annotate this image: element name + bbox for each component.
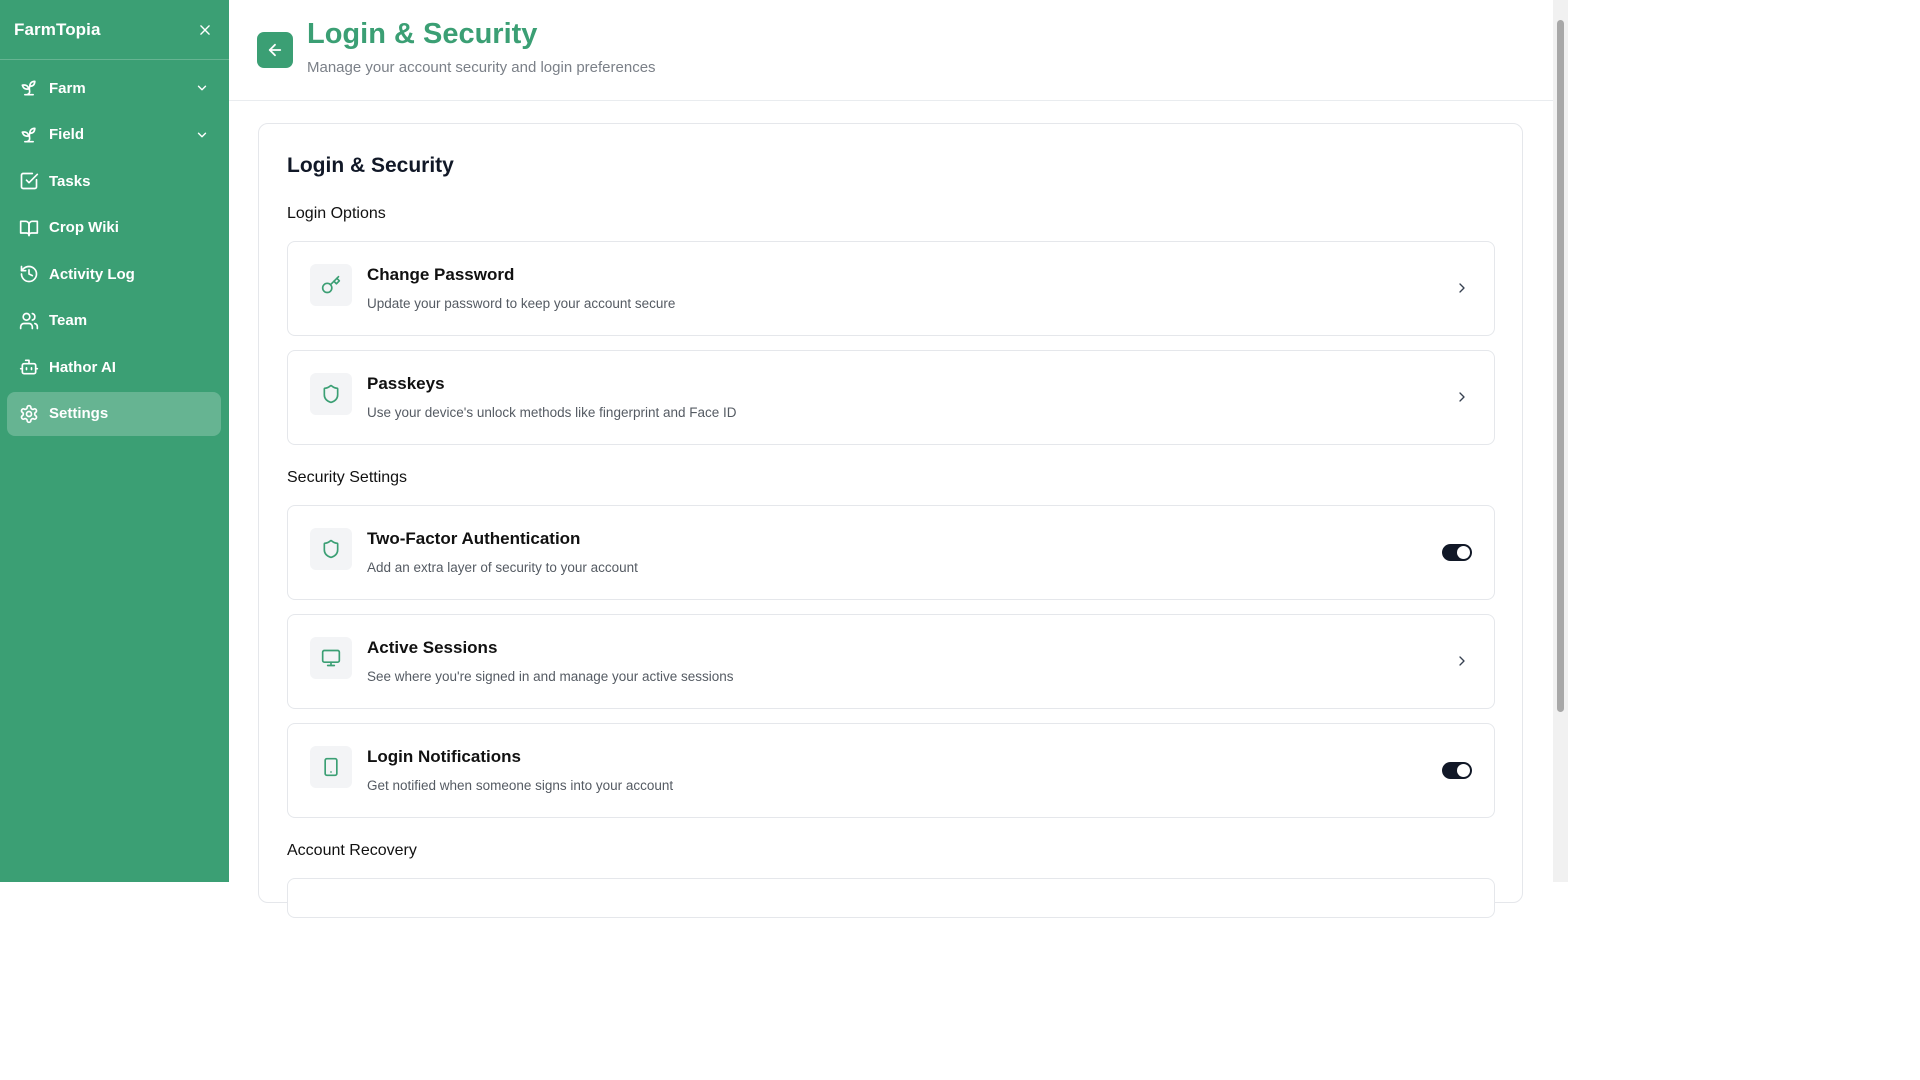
users-icon bbox=[19, 311, 39, 331]
gear-icon bbox=[19, 404, 39, 424]
sidebar-item-field[interactable]: Field bbox=[7, 113, 221, 157]
row-title: Change Password bbox=[367, 265, 515, 284]
sidebar-item-label: Farm bbox=[49, 79, 86, 97]
arrow-left-icon bbox=[268, 43, 282, 57]
active-sessions-row[interactable]: Active Sessions See where you're signed … bbox=[287, 614, 1495, 709]
book-icon bbox=[19, 218, 39, 238]
sidebar-item-hathor-ai[interactable]: Hathor AI bbox=[7, 345, 221, 389]
scrollbar[interactable] bbox=[1553, 0, 1568, 882]
two-factor-toggle[interactable] bbox=[1442, 544, 1472, 561]
sidebar-item-label: Hathor AI bbox=[49, 358, 116, 376]
row-icon-box bbox=[310, 528, 352, 570]
passkeys-row[interactable]: Passkeys Use your device's unlock method… bbox=[287, 350, 1495, 445]
sidebar-item-team[interactable]: Team bbox=[7, 299, 221, 343]
sidebar-item-label: Team bbox=[49, 312, 88, 329]
page-header: Login & Security Manage your account sec… bbox=[229, 0, 1553, 101]
row-icon-box bbox=[310, 746, 352, 788]
sidebar-item-label: Tasks bbox=[49, 172, 91, 190]
card-title: Login & Security bbox=[287, 154, 454, 177]
chevron-down-icon bbox=[195, 81, 209, 95]
row-icon-box bbox=[310, 264, 352, 306]
sidebar-item-farm[interactable]: Farm bbox=[7, 66, 221, 110]
row-description: Add an extra layer of security to your a… bbox=[367, 560, 638, 575]
security-card: Login & Security Login Options Change Pa… bbox=[258, 123, 1523, 918]
login-notifications-toggle[interactable] bbox=[1442, 762, 1472, 779]
chevron-right-icon bbox=[1454, 653, 1470, 669]
close-sidebar-button[interactable] bbox=[195, 20, 215, 40]
app-name: FarmTopia bbox=[14, 19, 101, 39]
history-icon bbox=[19, 264, 39, 284]
close-icon bbox=[200, 24, 210, 35]
two-factor-row: Two-Factor Authentication Add an extra l… bbox=[287, 505, 1495, 600]
sprout-icon bbox=[19, 125, 39, 145]
row-icon-box bbox=[310, 637, 352, 679]
row-description: Get notified when someone signs into you… bbox=[367, 778, 674, 793]
sidebar-item-label: Field bbox=[49, 126, 85, 143]
sidebar-item-crop-wiki[interactable]: Crop Wiki bbox=[7, 206, 221, 250]
smartphone-icon bbox=[324, 757, 338, 777]
change-password-row[interactable]: Change Password Update your password to … bbox=[287, 241, 1495, 336]
bot-icon bbox=[19, 357, 39, 377]
shield-icon bbox=[323, 384, 339, 404]
row-title: Login Notifications bbox=[367, 747, 521, 766]
row-description: See where you're signed in and manage yo… bbox=[367, 669, 734, 684]
row-icon-box bbox=[310, 373, 352, 415]
section-security-settings: Security Settings bbox=[287, 469, 408, 486]
sidebar-item-tasks[interactable]: Tasks bbox=[7, 159, 221, 203]
login-notifications-row: Login Notifications Get notified when so… bbox=[287, 723, 1495, 818]
sidebar: FarmTopia Farm Field Tasks Crop Wiki Act… bbox=[0, 0, 229, 882]
page-title: Login & Security bbox=[307, 18, 538, 50]
sidebar-item-label: Crop Wiki bbox=[49, 219, 119, 236]
scrollbar-thumb[interactable] bbox=[1557, 20, 1564, 712]
section-login-options: Login Options bbox=[287, 205, 386, 222]
sidebar-item-label: Settings bbox=[49, 405, 109, 422]
sidebar-header: FarmTopia bbox=[0, 0, 229, 60]
row-description: Use your device's unlock methods like fi… bbox=[367, 405, 737, 420]
toggle-knob bbox=[1457, 764, 1470, 777]
key-icon bbox=[321, 275, 341, 294]
account-recovery-row[interactable] bbox=[287, 878, 1495, 918]
sidebar-item-activity-log[interactable]: Activity Log bbox=[7, 252, 221, 296]
monitor-icon bbox=[321, 649, 341, 667]
toggle-knob bbox=[1457, 546, 1470, 559]
row-title: Two-Factor Authentication bbox=[367, 529, 581, 548]
sidebar-item-label: Activity Log bbox=[49, 265, 135, 283]
row-title: Active Sessions bbox=[367, 638, 498, 657]
row-description: Update your password to keep your accoun… bbox=[367, 296, 676, 311]
chevron-right-icon bbox=[1454, 280, 1470, 296]
back-button[interactable] bbox=[257, 32, 293, 68]
checkbox-icon bbox=[19, 171, 39, 191]
row-title: Passkeys bbox=[367, 374, 445, 393]
section-account-recovery: Account Recovery bbox=[287, 842, 417, 859]
page-subtitle: Manage your account security and login p… bbox=[307, 59, 656, 76]
chevron-right-icon bbox=[1454, 389, 1470, 405]
sprout-icon bbox=[19, 78, 39, 98]
chevron-down-icon bbox=[195, 128, 209, 142]
sidebar-item-settings[interactable]: Settings bbox=[7, 391, 221, 436]
shield-icon bbox=[323, 539, 339, 559]
sidebar-nav: Farm Field Tasks Crop Wiki Activity Log … bbox=[7, 66, 221, 438]
